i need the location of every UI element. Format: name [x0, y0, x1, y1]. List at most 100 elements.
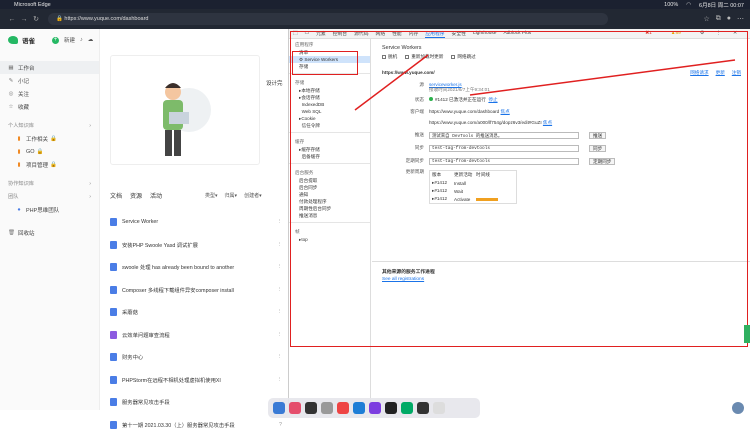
doc-title: 安装PHP Swoole Yasd 调试扩展 — [122, 241, 198, 249]
nav-favorites[interactable]: ☆收藏 — [0, 100, 99, 113]
nav-notes[interactable]: ✎小记 — [0, 74, 99, 87]
collections-icon[interactable]: ⧉ — [716, 15, 721, 23]
help-icon[interactable]: ? — [279, 422, 282, 428]
list-item[interactable]: Composer 多线程下载组件异安composer install ⋮ — [110, 279, 282, 302]
more-icon[interactable]: ⋮ — [277, 287, 282, 293]
filter-creator[interactable]: 创建者▾ — [244, 192, 262, 199]
doc-icon — [110, 241, 117, 249]
list-item[interactable]: 云效单问题审查流程⋮ — [110, 324, 282, 347]
yuque-logo-icon — [8, 36, 18, 44]
more-icon[interactable]: ⋮ — [277, 242, 282, 248]
back-icon[interactable]: ← — [6, 16, 18, 23]
finder-icon[interactable] — [273, 402, 285, 414]
repo-label: 工作相关 — [26, 135, 48, 143]
edge-icon[interactable] — [353, 402, 365, 414]
wifi-icon[interactable]: ◠ — [686, 2, 691, 8]
list-item[interactable]: PHPStorm在远程不相机处理虚拟机使用XI ⋮ — [110, 369, 282, 392]
book-icon: ▮ — [16, 136, 22, 142]
nav-label: 回收站 — [18, 229, 35, 237]
repo-item[interactable]: ▮ 工作相关🔒 — [0, 132, 99, 145]
lock-icon: 🔒 — [37, 149, 44, 155]
forward-icon[interactable]: → — [18, 16, 30, 23]
address-bar[interactable]: 🔒 https://www.yuque.com/dashboard — [48, 13, 608, 25]
app-icon[interactable] — [401, 402, 413, 414]
profile-icon[interactable]: ● — [727, 15, 731, 23]
list-item[interactable]: swoole 处理 has already been bound to anot… — [110, 256, 282, 279]
more-icon[interactable]: ⋮ — [277, 219, 282, 225]
personal-group[interactable]: 个人知识库› — [0, 119, 99, 132]
reload-icon[interactable]: ↻ — [30, 15, 42, 23]
phpstorm-icon[interactable] — [369, 402, 381, 414]
windows-icon[interactable] — [337, 402, 349, 414]
nav-follow[interactable]: ◎关注 — [0, 87, 99, 100]
team-icon: ● — [16, 207, 22, 213]
annotation-arrows — [350, 50, 750, 150]
main-content: 设计完 文档 资源 活动 类型▾ 归属▾ 创建者▾ Service Worker… — [100, 29, 288, 410]
doc-icon — [110, 353, 117, 361]
lock-icon: 🔒 — [50, 136, 57, 142]
collab-group[interactable]: 协作知识库› — [0, 177, 99, 190]
doc-icon — [110, 331, 117, 339]
nav-trash[interactable]: 🗑 回收站 — [0, 226, 99, 239]
list-item[interactable]: 服务器常见攻击手段⋮ — [110, 391, 282, 414]
filter-owner[interactable]: 归属▾ — [225, 192, 238, 199]
filter-type[interactable]: 类型▾ — [205, 192, 218, 199]
tab-docs[interactable]: 文档 — [110, 191, 122, 200]
macos-dock — [268, 398, 480, 418]
terminal-icon[interactable] — [385, 402, 397, 414]
doc-icon — [110, 263, 117, 271]
menubar-clock[interactable]: 6月8日 周二 00:07 — [699, 1, 744, 9]
app-icon[interactable] — [417, 402, 429, 414]
trash-icon: 🗑 — [8, 230, 14, 236]
new-icon[interactable]: + — [52, 37, 59, 44]
menubar-app-name[interactable]: Microsoft Edge — [14, 2, 51, 8]
annotation-box-sidebar — [292, 51, 358, 75]
favorite-icon[interactable]: ☆ — [703, 15, 709, 23]
team-group[interactable]: 团队› — [0, 190, 99, 203]
chevron-icon: › — [89, 181, 91, 187]
trash-icon[interactable] — [433, 402, 445, 414]
more-icon[interactable]: ⋯ — [737, 15, 744, 23]
list-item[interactable]: 财务中心⋮ — [110, 346, 282, 369]
doc-title: 服务器常见攻击手段 — [122, 398, 170, 406]
clock-icon[interactable] — [305, 402, 317, 414]
sidebar: 语雀 +新建 ♪ ☁ ▦工作台 ✎小记 ◎关注 ☆收藏 个人知识库› ▮工作相关… — [0, 29, 100, 410]
more-icon[interactable]: ⋮ — [277, 264, 282, 270]
doc-icon — [110, 398, 117, 406]
list-item[interactable]: 采蘑菇 ⋮ — [110, 301, 282, 324]
list-item[interactable]: 第十一期 2021.03.30（上）服务器常见攻击手段? — [110, 414, 282, 436]
bell-icon[interactable]: ♪ — [80, 37, 83, 43]
more-icon[interactable]: ⋮ — [277, 377, 282, 383]
new-button[interactable]: 新建 — [64, 36, 75, 44]
doc-title: PHPStorm在远程不相机处理虚拟机使用XI — [122, 376, 221, 384]
tab-resources[interactable]: 资源 — [130, 191, 142, 200]
filter-label: 创建者 — [244, 193, 259, 199]
team-label: PHP思维团队 — [26, 206, 59, 214]
repo-item[interactable]: ▮GO🔒 — [0, 145, 99, 158]
more-icon[interactable]: ⋮ — [277, 354, 282, 360]
repo-item[interactable]: ▮项目管理🔒 — [0, 158, 99, 171]
repo-label: 项目管理 — [26, 161, 48, 169]
more-icon[interactable]: ⋮ — [277, 332, 282, 338]
personal-group-label: 个人知识库 — [8, 122, 34, 129]
tab-activity[interactable]: 活动 — [150, 191, 162, 200]
doc-title: 采蘑菇 — [122, 308, 138, 316]
list-item[interactable]: Service Worker⋮ — [110, 211, 282, 234]
repo-label: GO — [26, 149, 35, 155]
star-icon: ☆ — [8, 104, 14, 110]
chevron-icon: › — [89, 194, 91, 200]
avatar[interactable] — [732, 402, 744, 414]
launchpad-icon[interactable] — [289, 402, 301, 414]
doc-icon — [110, 218, 117, 226]
nav-workbench[interactable]: ▦工作台 — [0, 61, 99, 74]
cloud-icon[interactable]: ☁ — [88, 37, 94, 43]
app-icon[interactable] — [321, 402, 333, 414]
more-icon[interactable]: ⋮ — [277, 309, 282, 315]
list-item[interactable]: 安装PHP Swoole Yasd 调试扩展 ⋮ — [110, 234, 282, 257]
battery-status[interactable]: 100% — [664, 2, 678, 8]
nav-label: 工作台 — [18, 64, 35, 72]
url-text: https://www.yuque.com/dashboard — [64, 16, 148, 22]
doc-title: Composer 多线程下载组件异安composer install — [122, 286, 234, 294]
doc-icon — [110, 286, 117, 294]
team-item[interactable]: ● PHP思维团队 — [0, 203, 99, 216]
